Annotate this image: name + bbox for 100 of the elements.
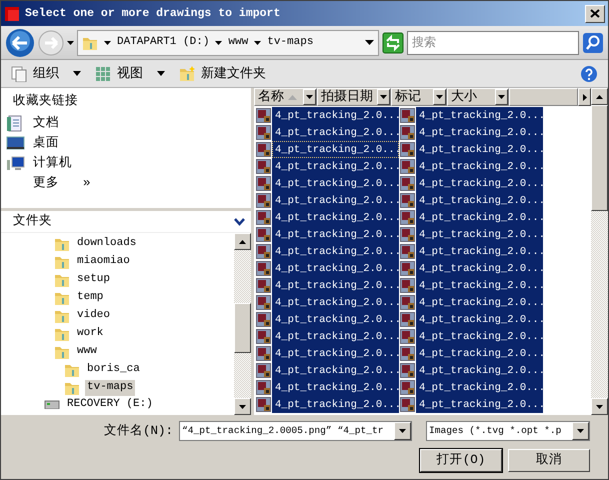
search-field[interactable]: 搜索 — [407, 30, 579, 54]
file-item[interactable]: 4_pt_tracking_2.0... — [416, 277, 543, 294]
close-icon — [590, 9, 600, 18]
favorite-link[interactable]: 更多 » — [1, 173, 251, 193]
image-file-icon — [400, 176, 415, 191]
file-item[interactable]: 4_pt_tracking_2.0... — [416, 328, 543, 345]
caret-icon[interactable] — [365, 40, 374, 45]
image-file-icon — [400, 210, 415, 225]
dialog-button[interactable]: 取消 — [508, 449, 590, 472]
column-header[interactable]: 标记 — [391, 88, 447, 106]
file-item[interactable]: 4_pt_tracking_2.0... — [272, 226, 399, 243]
scroll-thumb[interactable] — [234, 303, 251, 353]
file-item[interactable]: 4_pt_tracking_2.0... — [272, 192, 399, 209]
file-item[interactable]: 4_pt_tracking_2.0... — [416, 396, 543, 413]
column-header[interactable]: 名称 — [254, 88, 317, 106]
tree-item[interactable]: miaomiao — [75, 254, 132, 270]
file-item[interactable]: 4_pt_tracking_2.0... — [416, 192, 543, 209]
close-button[interactable] — [585, 4, 605, 22]
file-item[interactable]: 4_pt_tracking_2.0... — [272, 294, 399, 311]
favorite-link[interactable]: 文档 — [1, 113, 251, 133]
tree-item[interactable]: RECOVERY (E:) — [65, 397, 155, 409]
caret-icon[interactable] — [436, 95, 443, 99]
breadcrumb[interactable]: tv-maps — [254, 36, 314, 50]
file-item[interactable]: 4_pt_tracking_2.0... — [272, 277, 399, 294]
pages-icon — [11, 66, 27, 82]
favorite-link[interactable]: 桌面 — [1, 133, 251, 153]
folder-icon — [54, 254, 70, 270]
search-icon[interactable] — [582, 32, 604, 54]
filename-field[interactable]: “4_pt_tracking_2.0005.png” “4_pt_tr — [179, 421, 412, 441]
file-item[interactable]: 4_pt_tracking_2.0... — [272, 311, 399, 328]
file-item[interactable]: 4_pt_tracking_2.0... — [416, 362, 543, 379]
caret-icon[interactable] — [380, 95, 387, 99]
scroll-down-icon[interactable] — [596, 404, 603, 408]
breadcrumb[interactable]: DATAPART1 (D:) — [104, 36, 210, 50]
file-item[interactable]: 4_pt_tracking_2.0... — [416, 141, 543, 158]
dialog-button[interactable]: 打开(O) — [420, 449, 502, 472]
file-item[interactable]: 4_pt_tracking_2.0... — [416, 294, 543, 311]
new-folder-button[interactable]: 新建文件夹 — [179, 66, 266, 82]
file-item[interactable]: 4_pt_tracking_2.0... — [272, 141, 399, 158]
address-bar[interactable]: DATAPART1 (D:) www tv-maps — [77, 30, 379, 56]
chevron-icon[interactable] — [234, 218, 245, 226]
file-item[interactable]: 4_pt_tracking_2.0... — [272, 260, 399, 277]
image-file-icon — [256, 346, 271, 361]
caret-icon[interactable] — [67, 40, 74, 44]
folder-icon — [54, 344, 70, 360]
column-header[interactable]: 大小 — [447, 88, 509, 106]
caret-icon[interactable] — [577, 429, 584, 433]
tree-item[interactable]: downloads — [75, 236, 138, 252]
file-item[interactable]: 4_pt_tracking_2.0... — [416, 124, 543, 141]
file-type-dropdown[interactable]: Images (*.tvg *.opt *.p — [426, 421, 590, 441]
help-icon[interactable] — [580, 64, 598, 82]
file-item[interactable]: 4_pt_tracking_2.0... — [416, 209, 543, 226]
image-file-icon — [256, 261, 271, 276]
scroll-thumb[interactable] — [591, 105, 608, 211]
image-file-icon — [400, 159, 415, 174]
tree-item[interactable]: work — [75, 326, 106, 342]
caret-icon[interactable] — [399, 429, 406, 433]
caret-icon[interactable] — [306, 95, 313, 99]
file-item[interactable]: 4_pt_tracking_2.0... — [272, 379, 399, 396]
file-item[interactable]: 4_pt_tracking_2.0... — [416, 345, 543, 362]
tree-item[interactable]: www — [75, 344, 99, 360]
refresh-icon[interactable] — [382, 32, 404, 54]
back-icon[interactable] — [5, 28, 35, 58]
file-item[interactable]: 4_pt_tracking_2.0... — [272, 243, 399, 260]
file-item[interactable]: 4_pt_tracking_2.0... — [272, 209, 399, 226]
file-item[interactable]: 4_pt_tracking_2.0... — [272, 107, 399, 124]
breadcrumb[interactable]: www — [215, 36, 248, 50]
views-menu[interactable]: 视图 — [95, 66, 165, 82]
scroll-right-icon[interactable] — [582, 94, 586, 100]
file-item[interactable]: 4_pt_tracking_2.0... — [272, 158, 399, 175]
file-item[interactable]: 4_pt_tracking_2.0... — [272, 175, 399, 192]
file-item[interactable]: 4_pt_tracking_2.0... — [272, 345, 399, 362]
scroll-up-icon[interactable] — [596, 94, 603, 98]
column-header[interactable]: 拍摄日期 — [317, 88, 391, 106]
folder-icon — [54, 290, 70, 306]
scroll-down-icon[interactable] — [239, 404, 246, 408]
tree-item[interactable]: temp — [75, 290, 106, 306]
file-item[interactable]: 4_pt_tracking_2.0... — [272, 328, 399, 345]
image-file-icon — [256, 278, 271, 293]
file-item[interactable]: 4_pt_tracking_2.0... — [416, 311, 543, 328]
file-item[interactable]: 4_pt_tracking_2.0... — [416, 379, 543, 396]
file-item[interactable]: 4_pt_tracking_2.0... — [272, 124, 399, 141]
tree-item[interactable]: boris_ca — [85, 362, 142, 378]
file-item[interactable]: 4_pt_tracking_2.0... — [272, 362, 399, 379]
file-item[interactable]: 4_pt_tracking_2.0... — [416, 175, 543, 192]
file-item[interactable]: 4_pt_tracking_2.0... — [416, 260, 543, 277]
file-item[interactable]: 4_pt_tracking_2.0... — [416, 243, 543, 260]
file-item[interactable]: 4_pt_tracking_2.0... — [416, 158, 543, 175]
organize-menu[interactable]: 组织 — [11, 66, 81, 82]
favorite-link[interactable]: 计算机 — [1, 153, 251, 173]
tree-item[interactable]: tv-maps — [85, 380, 136, 396]
file-item[interactable]: 4_pt_tracking_2.0... — [416, 107, 543, 124]
tree-item[interactable]: setup — [75, 272, 112, 288]
scroll-up-icon[interactable] — [239, 240, 246, 244]
tree-item[interactable]: video — [75, 308, 112, 324]
caret-icon[interactable] — [498, 95, 505, 99]
image-file-icon — [400, 244, 415, 259]
computer-icon — [6, 154, 25, 172]
file-item[interactable]: 4_pt_tracking_2.0... — [416, 226, 543, 243]
file-item[interactable]: 4_pt_tracking_2.0... — [272, 396, 399, 413]
